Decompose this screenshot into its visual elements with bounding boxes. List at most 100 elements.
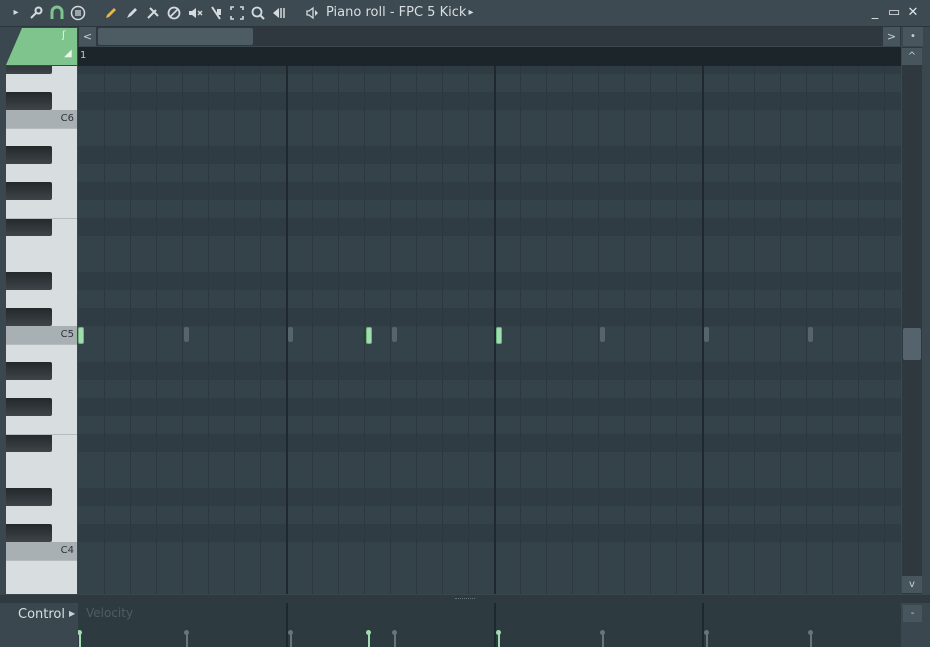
list-icon[interactable] — [69, 4, 87, 22]
black-key[interactable] — [6, 434, 52, 452]
velocity-bar[interactable] — [186, 633, 188, 647]
velocity-handle[interactable] — [600, 630, 605, 635]
scroll-down-button[interactable]: v — [902, 576, 922, 593]
velocity-lane[interactable]: Velocity — [78, 603, 901, 647]
key-separator — [6, 344, 77, 345]
black-key[interactable] — [6, 272, 52, 290]
step-line — [130, 66, 131, 594]
step-line — [832, 66, 833, 594]
panel-divider[interactable] — [0, 595, 930, 603]
piano-keyboard[interactable]: C6 C5 C4 — [6, 66, 77, 594]
velocity-handle[interactable] — [496, 630, 501, 635]
step-line — [728, 66, 729, 594]
note[interactable] — [78, 327, 84, 344]
note[interactable] — [808, 327, 813, 342]
note[interactable] — [184, 327, 189, 342]
step-line — [338, 66, 339, 594]
note[interactable] — [496, 327, 502, 344]
black-key[interactable] — [6, 308, 52, 326]
step-line — [468, 66, 469, 594]
velocity-handle[interactable] — [366, 630, 371, 635]
scroll-right-button[interactable]: > — [883, 27, 900, 46]
velocity-label: Velocity — [86, 606, 134, 620]
step-line — [754, 66, 755, 594]
velocity-bar[interactable] — [290, 633, 292, 647]
wrench-icon[interactable] — [27, 4, 45, 22]
timeline-ruler[interactable]: 1 — [78, 47, 901, 66]
options-menu-button[interactable]: • — [903, 27, 923, 46]
grid-row-black — [78, 308, 901, 326]
velocity-handle[interactable] — [78, 630, 82, 635]
note[interactable] — [600, 327, 605, 342]
mute-icon[interactable] — [186, 4, 204, 22]
black-key[interactable] — [6, 182, 52, 200]
collapse-button[interactable]: - — [903, 605, 922, 622]
horizontal-scrollbar[interactable]: < > — [78, 27, 901, 46]
step-line — [780, 66, 781, 594]
select-icon[interactable] — [228, 4, 246, 22]
black-key[interactable] — [6, 92, 52, 110]
curve-icon: ʃ — [62, 30, 66, 41]
step-line — [364, 66, 365, 594]
scroll-left-button[interactable]: < — [79, 27, 96, 46]
bar-label: 1 — [80, 50, 87, 61]
maximize-button[interactable]: ▭ — [885, 4, 903, 22]
step-line — [234, 66, 235, 594]
note-grid[interactable] — [78, 66, 901, 594]
step-line — [390, 66, 391, 594]
scroll-up-button[interactable]: ^ — [902, 48, 922, 65]
note[interactable] — [288, 327, 293, 342]
menu-arrow-icon[interactable]: ▸ — [7, 4, 25, 22]
velocity-handle[interactable] — [808, 630, 813, 635]
key-label-c4: C4 — [60, 545, 74, 556]
zoom-icon[interactable] — [249, 4, 267, 22]
velocity-bar[interactable] — [810, 633, 812, 647]
step-line — [208, 66, 209, 594]
velocity-bar[interactable] — [368, 633, 370, 647]
step-line — [858, 66, 859, 594]
vertical-scroll-thumb[interactable] — [903, 328, 921, 360]
velocity-bar[interactable] — [79, 633, 81, 647]
horizontal-scroll-thumb[interactable] — [98, 28, 253, 45]
note[interactable] — [704, 327, 709, 342]
velocity-bar[interactable] — [394, 633, 396, 647]
velocity-bar[interactable] — [602, 633, 604, 647]
playback-icon[interactable] — [270, 4, 288, 22]
brush-icon[interactable] — [123, 4, 141, 22]
no-icon[interactable] — [165, 4, 183, 22]
note[interactable] — [392, 327, 397, 342]
grid-row-black — [78, 398, 901, 416]
velocity-handle[interactable] — [392, 630, 397, 635]
speaker-icon[interactable] — [303, 4, 321, 22]
grid-row-black — [78, 272, 901, 290]
black-key[interactable] — [6, 524, 52, 542]
velocity-bar[interactable] — [498, 633, 500, 647]
velocity-handle[interactable] — [704, 630, 709, 635]
velocity-handle[interactable] — [184, 630, 189, 635]
control-arrow-icon[interactable]: ▶ — [69, 609, 75, 618]
black-key[interactable] — [6, 146, 52, 164]
control-label[interactable]: Control — [18, 607, 65, 622]
step-line — [156, 66, 157, 594]
black-key[interactable] — [6, 66, 52, 74]
black-key[interactable] — [6, 362, 52, 380]
magnet-icon[interactable] — [48, 4, 66, 22]
note[interactable] — [366, 327, 372, 344]
step-line — [572, 66, 573, 594]
pencil-icon[interactable] — [102, 4, 120, 22]
black-key[interactable] — [6, 218, 52, 236]
delete-icon[interactable] — [144, 4, 162, 22]
slice-icon[interactable] — [207, 4, 225, 22]
draw-mode-corner[interactable]: ʃ ◢ — [6, 28, 77, 65]
vertical-scrollbar[interactable]: ^ v — [902, 47, 922, 594]
black-key[interactable] — [6, 398, 52, 416]
close-button[interactable]: ✕ — [904, 4, 922, 22]
velocity-bar[interactable] — [706, 633, 708, 647]
title-arrow-icon[interactable]: ▸ — [462, 4, 480, 22]
step-line — [312, 66, 313, 594]
minimize-button[interactable]: _ — [866, 4, 884, 22]
velocity-handle[interactable] — [288, 630, 293, 635]
step-line — [598, 66, 599, 594]
black-key[interactable] — [6, 488, 52, 506]
grid-row-black — [78, 434, 901, 452]
